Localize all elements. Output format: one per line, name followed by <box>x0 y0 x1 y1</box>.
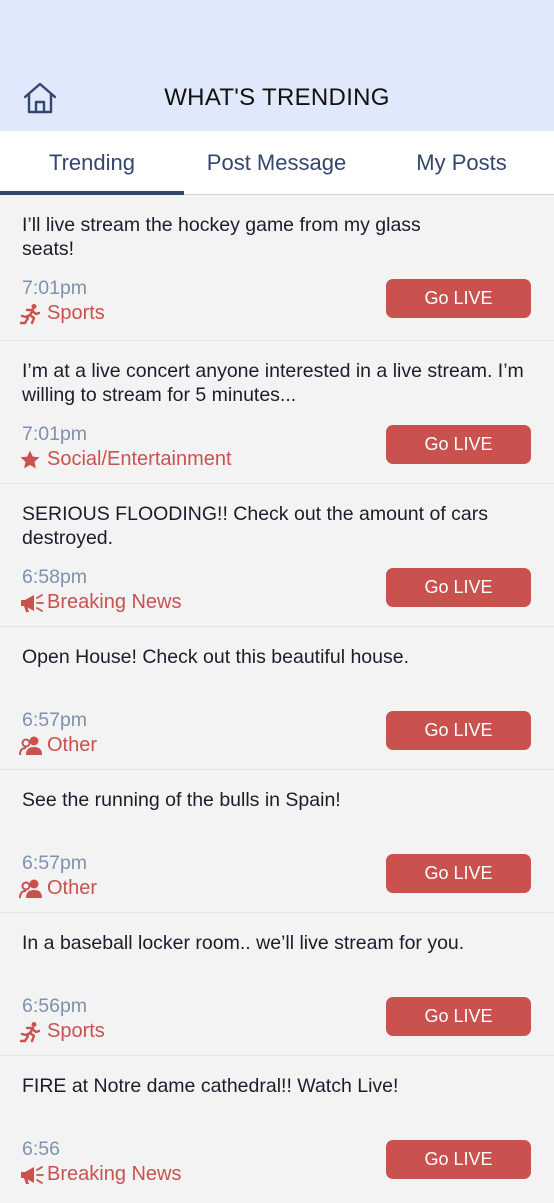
users-icon <box>19 878 45 900</box>
post-message: SERIOUS FLOODING!! Check out the amount … <box>22 503 489 549</box>
post-category: Sports <box>19 302 105 325</box>
tab-bar: Trending Post Message My Posts <box>0 131 554 195</box>
app-header: WHAT'S TRENDING <box>0 0 554 131</box>
list-item: In a baseball locker room.. we’ll live s… <box>0 913 554 1056</box>
users-icon <box>19 735 45 757</box>
post-time: 6:56 <box>22 1138 60 1160</box>
megaphone-icon <box>19 1164 45 1186</box>
page-title: WHAT'S TRENDING <box>164 84 390 111</box>
go-live-button[interactable]: Go LIVE <box>386 425 531 464</box>
tab-post-message[interactable]: Post Message <box>184 131 369 194</box>
running-icon <box>19 1021 45 1043</box>
post-message: Open House! Check out this beautiful hou… <box>22 646 409 668</box>
running-icon <box>19 303 45 325</box>
list-item: I’ll live stream the hockey game from my… <box>0 195 554 341</box>
post-time: 6:57pm <box>22 852 88 874</box>
post-time: 7:01pm <box>22 423 88 445</box>
go-live-button[interactable]: Go LIVE <box>386 568 531 607</box>
post-time: 7:01pm <box>22 277 88 299</box>
tab-trending[interactable]: Trending <box>0 131 184 195</box>
post-message: In a baseball locker room.. we’ll live s… <box>22 932 465 954</box>
post-category: Other <box>19 877 97 900</box>
category-label: Sports <box>47 302 105 324</box>
category-label: Other <box>47 877 98 899</box>
list-item: See the running of the bulls in Spain! 6… <box>0 770 554 913</box>
post-category: Social/Entertainment <box>19 448 232 471</box>
list-item: Open House! Check out this beautiful hou… <box>0 627 554 770</box>
post-message: I’m at a live concert anyone interested … <box>22 360 524 406</box>
post-category: Breaking News <box>19 591 182 614</box>
list-item: FIRE at Notre dame cathedral!! Watch Liv… <box>0 1056 554 1203</box>
post-time: 6:56pm <box>22 995 88 1017</box>
megaphone-icon <box>19 592 45 614</box>
post-category: Sports <box>19 1020 105 1043</box>
category-label: Breaking News <box>47 591 182 613</box>
post-message: I’ll live stream the hockey game from my… <box>22 214 421 260</box>
go-live-button[interactable]: Go LIVE <box>386 711 531 750</box>
post-time: 6:57pm <box>22 709 88 731</box>
tab-my-posts[interactable]: My Posts <box>369 131 554 194</box>
list-item: SERIOUS FLOODING!! Check out the amount … <box>0 484 554 627</box>
trending-list: I’ll live stream the hockey game from my… <box>0 195 554 1203</box>
go-live-button[interactable]: Go LIVE <box>386 997 531 1036</box>
category-label: Other <box>47 734 98 756</box>
post-message: See the running of the bulls in Spain! <box>22 789 341 811</box>
category-label: Sports <box>47 1020 105 1042</box>
go-live-button[interactable]: Go LIVE <box>386 1140 531 1179</box>
post-category: Other <box>19 734 97 757</box>
go-live-button[interactable]: Go LIVE <box>386 854 531 893</box>
post-category: Breaking News <box>19 1163 182 1186</box>
list-item: I’m at a live concert anyone interested … <box>0 341 554 484</box>
star-icon <box>19 449 45 471</box>
post-message: FIRE at Notre dame cathedral!! Watch Liv… <box>22 1075 399 1097</box>
category-label: Breaking News <box>47 1163 182 1185</box>
post-time: 6:58pm <box>22 566 88 588</box>
category-label: Social/Entertainment <box>47 448 232 470</box>
go-live-button[interactable]: Go LIVE <box>386 279 531 318</box>
